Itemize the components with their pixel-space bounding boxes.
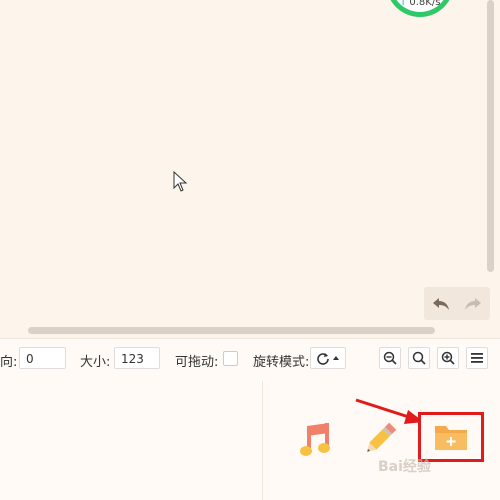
rotate-mode-label: 旋转模式: (253, 355, 310, 370)
speed-value: 0.8K/s (409, 0, 441, 8)
undo-icon (433, 298, 449, 310)
panel-divider (262, 381, 263, 500)
caret-up-icon (333, 356, 339, 360)
properties-toolbar: 向: 0 大小: 123 可拖动: 旋转模式: (0, 338, 500, 382)
zoom-reset-button[interactable] (408, 347, 430, 369)
menu-icon (471, 353, 483, 363)
zoom-out-icon (383, 351, 397, 365)
upload-arrow-icon: ↑ (399, 0, 408, 8)
zoom-in-icon (441, 351, 455, 365)
direction-label: 向: (0, 355, 18, 370)
zoom-out-button[interactable] (379, 347, 401, 369)
folder-add-icon (435, 426, 467, 450)
mouse-cursor-icon (173, 171, 188, 192)
direction-input[interactable]: 0 (19, 347, 66, 369)
music-note-icon[interactable] (296, 421, 334, 459)
vertical-scrollbar[interactable] (487, 0, 494, 272)
redo-icon (465, 298, 481, 310)
zoom-in-button[interactable] (437, 347, 459, 369)
undo-redo-group (424, 287, 490, 320)
draggable-checkbox[interactable] (223, 351, 238, 366)
size-label: 大小: (80, 355, 111, 370)
horizontal-scrollbar[interactable] (28, 327, 435, 334)
zoom-reset-icon (412, 351, 426, 365)
network-speed-widget: ↑ 0.8K/s (386, 0, 454, 17)
annotation-arrow (355, 398, 424, 424)
watermark-text: Bai经验 (378, 459, 431, 475)
mind-map-canvas[interactable]: ↑ 0.8K/s (0, 0, 500, 338)
draggable-label: 可拖动: (175, 355, 219, 370)
network-speed-text: ↑ 0.8K/s (399, 0, 440, 8)
redo-button[interactable] (460, 291, 486, 317)
undo-button[interactable] (428, 291, 454, 317)
rotate-mode-select[interactable] (310, 347, 346, 369)
rotate-icon (317, 353, 329, 365)
menu-button[interactable] (466, 347, 488, 369)
add-folder-highlight[interactable] (418, 412, 484, 462)
size-input[interactable]: 123 (114, 347, 160, 369)
